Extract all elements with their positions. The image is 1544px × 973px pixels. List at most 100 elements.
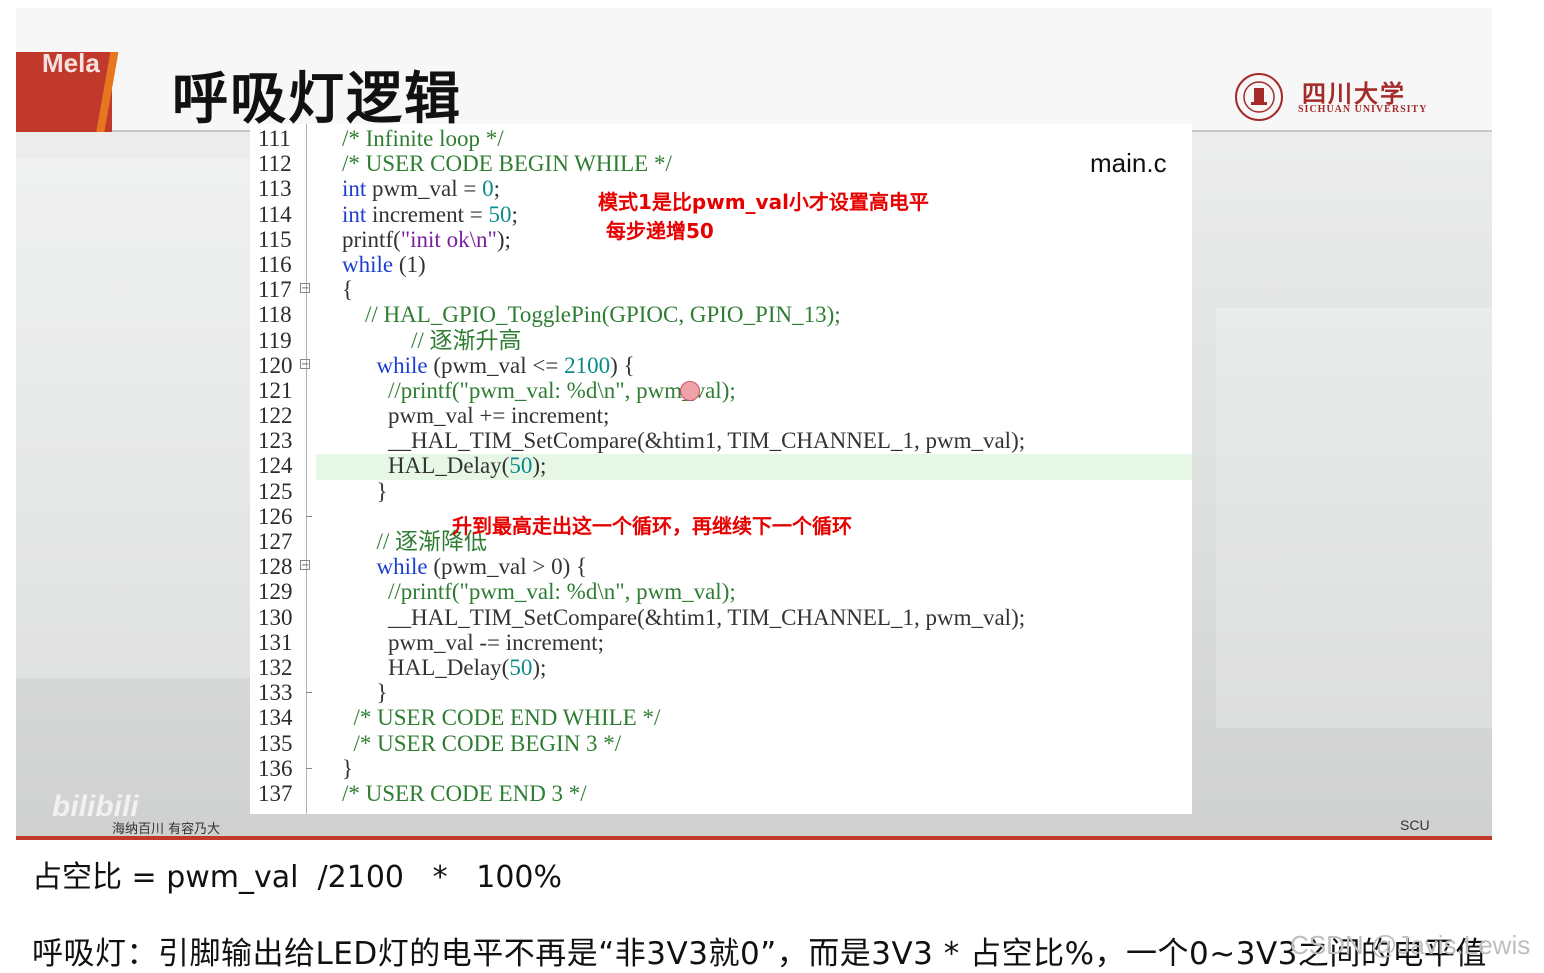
line-number: 124: [258, 453, 293, 479]
code-lines: 111 /* Infinite loop */ 112 /* USER CODE BE…: [250, 126, 1192, 806]
fold-toggle-icon[interactable]: −: [300, 358, 310, 369]
file-name-label: main.c: [1090, 148, 1167, 178]
slide-title: 呼吸灯逻辑: [172, 67, 462, 132]
code-text: // 逐渐升高: [342, 328, 522, 353]
code-token: (pwm_val <=: [427, 352, 565, 378]
code-text: int increment = 50;: [342, 202, 518, 227]
code-token: /* USER CODE END WHILE */: [342, 705, 661, 731]
code-text: pwm_val += increment;: [342, 403, 609, 428]
line-number: 131: [258, 629, 293, 655]
code-token: }: [342, 478, 388, 504]
code-text: pwm_val -= increment;: [342, 630, 604, 655]
line-number: 126: [258, 503, 293, 529]
code-editor: 111 /* Infinite loop */ 112 /* USER CODE BE…: [250, 124, 1192, 814]
code-line: 115 printf("init ok\n");: [250, 227, 1192, 252]
breathing-light-explanation: 呼吸灯：引脚输出给LED灯的电平不再是“非3V3就0”，而是3V3 * 占空比%…: [32, 936, 1487, 972]
line-number: 113: [258, 176, 292, 202]
code-token: pwm_val += increment;: [342, 403, 610, 429]
code-text: int pwm_val = 0;: [342, 176, 500, 201]
code-token: );: [496, 226, 511, 252]
code-text: while (pwm_val <= 2100) {: [342, 353, 635, 378]
line-number: 135: [258, 730, 293, 756]
csdn-watermark: CSDN @Javis.Lewis: [1290, 930, 1531, 960]
code-token: /* USER CODE BEGIN WHILE */: [342, 151, 672, 177]
code-token: ;: [511, 201, 518, 227]
code-text: __HAL_TIM_SetCompare(&htim1, TIM_CHANNEL…: [342, 428, 1025, 453]
code-token: increment =: [366, 201, 489, 227]
code-token: while: [376, 554, 428, 580]
code-token: HAL_Delay(: [342, 654, 510, 680]
code-text: __HAL_TIM_SetCompare(&htim1, TIM_CHANNEL…: [342, 605, 1025, 630]
code-line: 133 }: [250, 680, 1192, 705]
footer-scu: SCU: [1400, 817, 1430, 833]
code-token: (1): [393, 251, 426, 277]
code-line: 112 /* USER CODE BEGIN WHILE */: [250, 151, 1192, 176]
code-line: 137 /* USER CODE END 3 */: [250, 781, 1192, 806]
fold-toggle-icon[interactable]: −: [300, 560, 310, 571]
mouse-cursor-icon: [680, 381, 700, 401]
code-text: //printf("pwm_val: %d\n", pwm_val);: [342, 579, 736, 604]
code-token: ) {: [610, 352, 635, 378]
video-watermark: Mela: [42, 48, 100, 78]
code-token: }: [342, 755, 354, 781]
code-token: while: [342, 251, 394, 277]
code-line: 116 while (1): [250, 252, 1192, 277]
university-name-en: SICHUAN UNIVERSITY: [1298, 104, 1428, 115]
line-number: 115: [258, 226, 292, 252]
code-token: {: [342, 277, 354, 303]
code-line: 135 /* USER CODE BEGIN 3 */: [250, 731, 1192, 756]
code-text: /* USER CODE END 3 */: [342, 781, 587, 806]
code-line: 132 HAL_Delay(50);: [250, 655, 1192, 680]
code-token: 2100: [564, 352, 611, 378]
background-building: [1216, 308, 1492, 728]
code-text: }: [342, 680, 388, 705]
line-number: 123: [258, 428, 293, 454]
code-text: //printf("pwm_val: %d\n", pwm_val);: [342, 378, 736, 403]
line-number: 112: [258, 151, 292, 177]
code-line: 118 // HAL_GPIO_TogglePin(GPIOC, GPIO_PI…: [250, 302, 1192, 327]
code-token: (pwm_val > 0) {: [427, 554, 588, 580]
code-token: 50: [488, 201, 512, 227]
code-line: 128− while (pwm_val > 0) {: [250, 554, 1192, 579]
line-number: 117: [258, 277, 292, 303]
code-line: 129 //printf("pwm_val: %d\n", pwm_val);: [250, 579, 1192, 604]
code-token: pwm_val =: [366, 176, 483, 202]
code-token: /* USER CODE END 3 */: [342, 780, 587, 806]
university-seal-icon: [1235, 73, 1283, 121]
code-line: 134 /* USER CODE END WHILE */: [250, 705, 1192, 730]
footer-motto: 海纳百川 有容乃大: [112, 822, 221, 837]
code-line: 117− {: [250, 277, 1192, 302]
code-text: }: [342, 479, 388, 504]
note-loop: 升到最高走出这一个循环，再继续下一个循环: [452, 514, 852, 538]
code-token: __HAL_TIM_SetCompare(&htim1, TIM_CHANNEL…: [342, 428, 1026, 454]
code-text: {: [342, 277, 353, 302]
fold-toggle-icon[interactable]: −: [300, 283, 310, 294]
code-line: 136}: [250, 756, 1192, 781]
code-line: 124 HAL_Delay(50);: [250, 453, 1192, 478]
line-number: 116: [258, 251, 292, 277]
line-number: 119: [258, 327, 292, 353]
code-token: int: [342, 201, 367, 227]
code-line: 120− while (pwm_val <= 2100) {: [250, 353, 1192, 378]
code-text: while (1): [342, 252, 426, 277]
line-number: 132: [258, 654, 293, 680]
code-token: /* USER CODE BEGIN 3 */: [342, 730, 622, 756]
code-token: 0: [482, 176, 494, 202]
line-number: 136: [258, 755, 293, 781]
line-number: 125: [258, 478, 293, 504]
code-text: printf("init ok\n");: [342, 227, 511, 252]
code-token: "init ok\n": [400, 226, 497, 252]
code-token: );: [532, 453, 547, 479]
code-line: 121 //printf("pwm_val: %d\n", pwm_val);: [250, 378, 1192, 403]
line-number: 129: [258, 579, 293, 605]
code-line: 131 pwm_val -= increment;: [250, 630, 1192, 655]
line-number: 111: [258, 126, 291, 151]
code-line: 111 /* Infinite loop */: [250, 126, 1192, 151]
code-line: 125 }: [250, 479, 1192, 504]
line-number: 120: [258, 352, 293, 378]
line-number: 130: [258, 604, 293, 630]
code-token: ;: [493, 176, 500, 202]
fold-end-marker: [306, 767, 312, 769]
